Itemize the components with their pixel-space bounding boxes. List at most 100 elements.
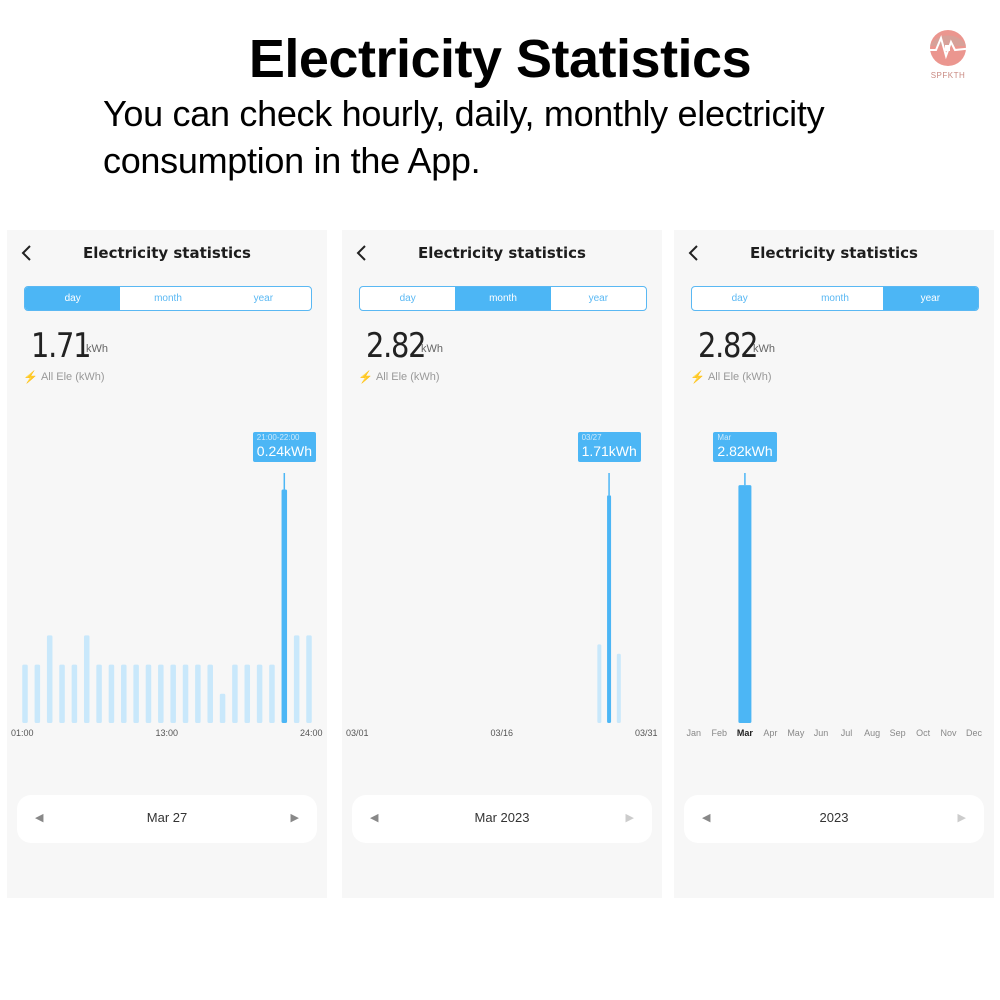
bar[interactable] <box>121 664 127 723</box>
x-tick-label: Aug <box>864 728 881 738</box>
x-tick-label: Sep <box>889 728 906 738</box>
bar[interactable] <box>71 664 78 723</box>
bar[interactable] <box>34 664 41 723</box>
x-tick-label: Feb <box>711 728 727 738</box>
tooltip-value: 0.24kWh <box>256 443 313 459</box>
x-tick-label: Nov <box>940 728 957 738</box>
page-title: Electricity statistics <box>418 244 586 262</box>
banner-subtitle: You can check hourly, daily, monthly ele… <box>103 93 825 181</box>
x-tick-label: Apr <box>763 728 778 738</box>
period-navigator: ◀ 2023 ▶ <box>684 795 984 843</box>
bar[interactable] <box>597 644 602 723</box>
bar[interactable] <box>219 693 226 723</box>
bar[interactable] <box>133 664 139 723</box>
tab-year[interactable]: year <box>882 287 978 310</box>
bar[interactable] <box>232 664 238 723</box>
lightning-icon: ⚡ <box>358 370 373 384</box>
tab-year[interactable]: year <box>551 287 646 310</box>
bar[interactable] <box>83 635 90 723</box>
tab-year[interactable]: year <box>216 287 311 310</box>
screen-year: Electricity statistics day month year 2.… <box>674 230 994 898</box>
period-navigator: ◀ Mar 2023 ▶ <box>352 795 652 843</box>
logo-text: SPFKTH <box>930 71 966 80</box>
legend-label: All Ele (kWh) <box>707 371 772 383</box>
tooltip-value: 2.82kWh <box>717 443 773 459</box>
tooltip-label: Mar <box>717 433 732 442</box>
bar-selected[interactable] <box>607 495 612 723</box>
x-tick-label: Dec <box>966 728 983 738</box>
x-tick-label: Mar <box>736 728 753 738</box>
legend-label: All Ele (kWh) <box>375 371 440 383</box>
screen-month: Electricity statistics day month year 2.… <box>342 230 662 898</box>
legend: ⚡ All Ele (kWh) <box>358 370 440 384</box>
total-unit: kWh <box>86 343 108 355</box>
x-tick-label: 24:00 <box>300 728 323 738</box>
bar[interactable] <box>46 635 53 723</box>
brand-logo: SPFKTH <box>922 28 975 88</box>
x-tick-label: May <box>787 728 805 738</box>
tab-month[interactable]: month <box>787 287 882 310</box>
legend-label: All Ele (kWh) <box>40 371 105 383</box>
bar-selected[interactable] <box>738 485 752 723</box>
tab-day[interactable]: day <box>25 287 121 310</box>
total-value: 2.82 <box>698 326 759 366</box>
total-unit: kWh <box>753 343 775 355</box>
bar[interactable] <box>195 664 201 723</box>
next-period-button[interactable]: ▶ <box>626 811 634 824</box>
screen-day: Electricity statistics day month year 1.… <box>7 230 327 898</box>
chart-svg <box>22 473 312 723</box>
page-title: Electricity statistics <box>750 244 918 262</box>
value-tooltip: 03/27 1.71kWh <box>577 432 641 462</box>
total-value: 1.71 <box>31 326 92 366</box>
bar[interactable] <box>269 664 275 723</box>
x-tick-label: Jul <box>840 728 853 738</box>
consumption-chart: 21:00-22:00 0.24kWh 01:00 13:00 24:00 <box>7 420 327 750</box>
bar[interactable] <box>145 664 152 723</box>
period-navigator: ◀ Mar 27 ▶ <box>17 795 317 843</box>
bar[interactable] <box>96 664 102 723</box>
chart-svg <box>597 473 621 723</box>
tab-day[interactable]: day <box>692 287 787 310</box>
period-tabs: day month year <box>24 286 312 311</box>
bar[interactable] <box>616 653 621 723</box>
bar[interactable] <box>170 664 176 723</box>
tooltip-label: 21:00-22:00 <box>256 433 300 442</box>
period-tabs: day month year <box>359 286 647 311</box>
consumption-chart: Mar 2.82kWh Jan Feb Mar Apr May Jun Jul Aug Sep Oct… <box>674 420 994 750</box>
value-tooltip: 21:00-22:00 0.24kWh <box>252 432 317 462</box>
bar[interactable] <box>207 664 213 723</box>
bar-selected[interactable] <box>281 489 288 723</box>
bar[interactable] <box>293 635 300 723</box>
total-value: 2.82 <box>366 326 427 366</box>
legend: ⚡ All Ele (kWh) <box>23 370 105 384</box>
bar[interactable] <box>306 635 312 723</box>
x-tick-label: 03/01 <box>346 728 369 738</box>
x-tick-label: 01:00 <box>11 728 34 738</box>
x-tick-label: 03/31 <box>635 728 658 738</box>
banner-title: Electricity Statistics <box>248 29 752 89</box>
bar[interactable] <box>256 664 263 723</box>
tab-day[interactable]: day <box>360 287 455 310</box>
logo-icon <box>922 30 975 66</box>
period-tabs: day month year <box>691 286 979 311</box>
x-tick-label: Jun <box>813 728 829 738</box>
bar[interactable] <box>158 664 164 723</box>
bar[interactable] <box>22 664 28 723</box>
tab-month[interactable]: month <box>120 287 215 310</box>
next-period-button[interactable]: ▶ <box>958 811 966 824</box>
bar[interactable] <box>59 664 65 723</box>
x-tick-label: Oct <box>916 728 931 738</box>
page-title: Electricity statistics <box>83 244 251 262</box>
period-label: Mar 27 <box>146 810 188 825</box>
bar[interactable] <box>108 664 115 723</box>
value-tooltip: Mar 2.82kWh <box>713 432 777 462</box>
bar[interactable] <box>182 664 189 723</box>
tooltip-value: 1.71kWh <box>581 443 637 459</box>
x-tick-label: 03/16 <box>490 728 514 738</box>
tab-month[interactable]: month <box>455 287 551 310</box>
bar[interactable] <box>244 664 251 723</box>
lightning-icon: ⚡ <box>23 370 38 384</box>
period-label: 2023 <box>819 810 849 825</box>
next-period-button[interactable]: ▶ <box>291 811 299 824</box>
x-tick-label: Jan <box>686 728 702 738</box>
